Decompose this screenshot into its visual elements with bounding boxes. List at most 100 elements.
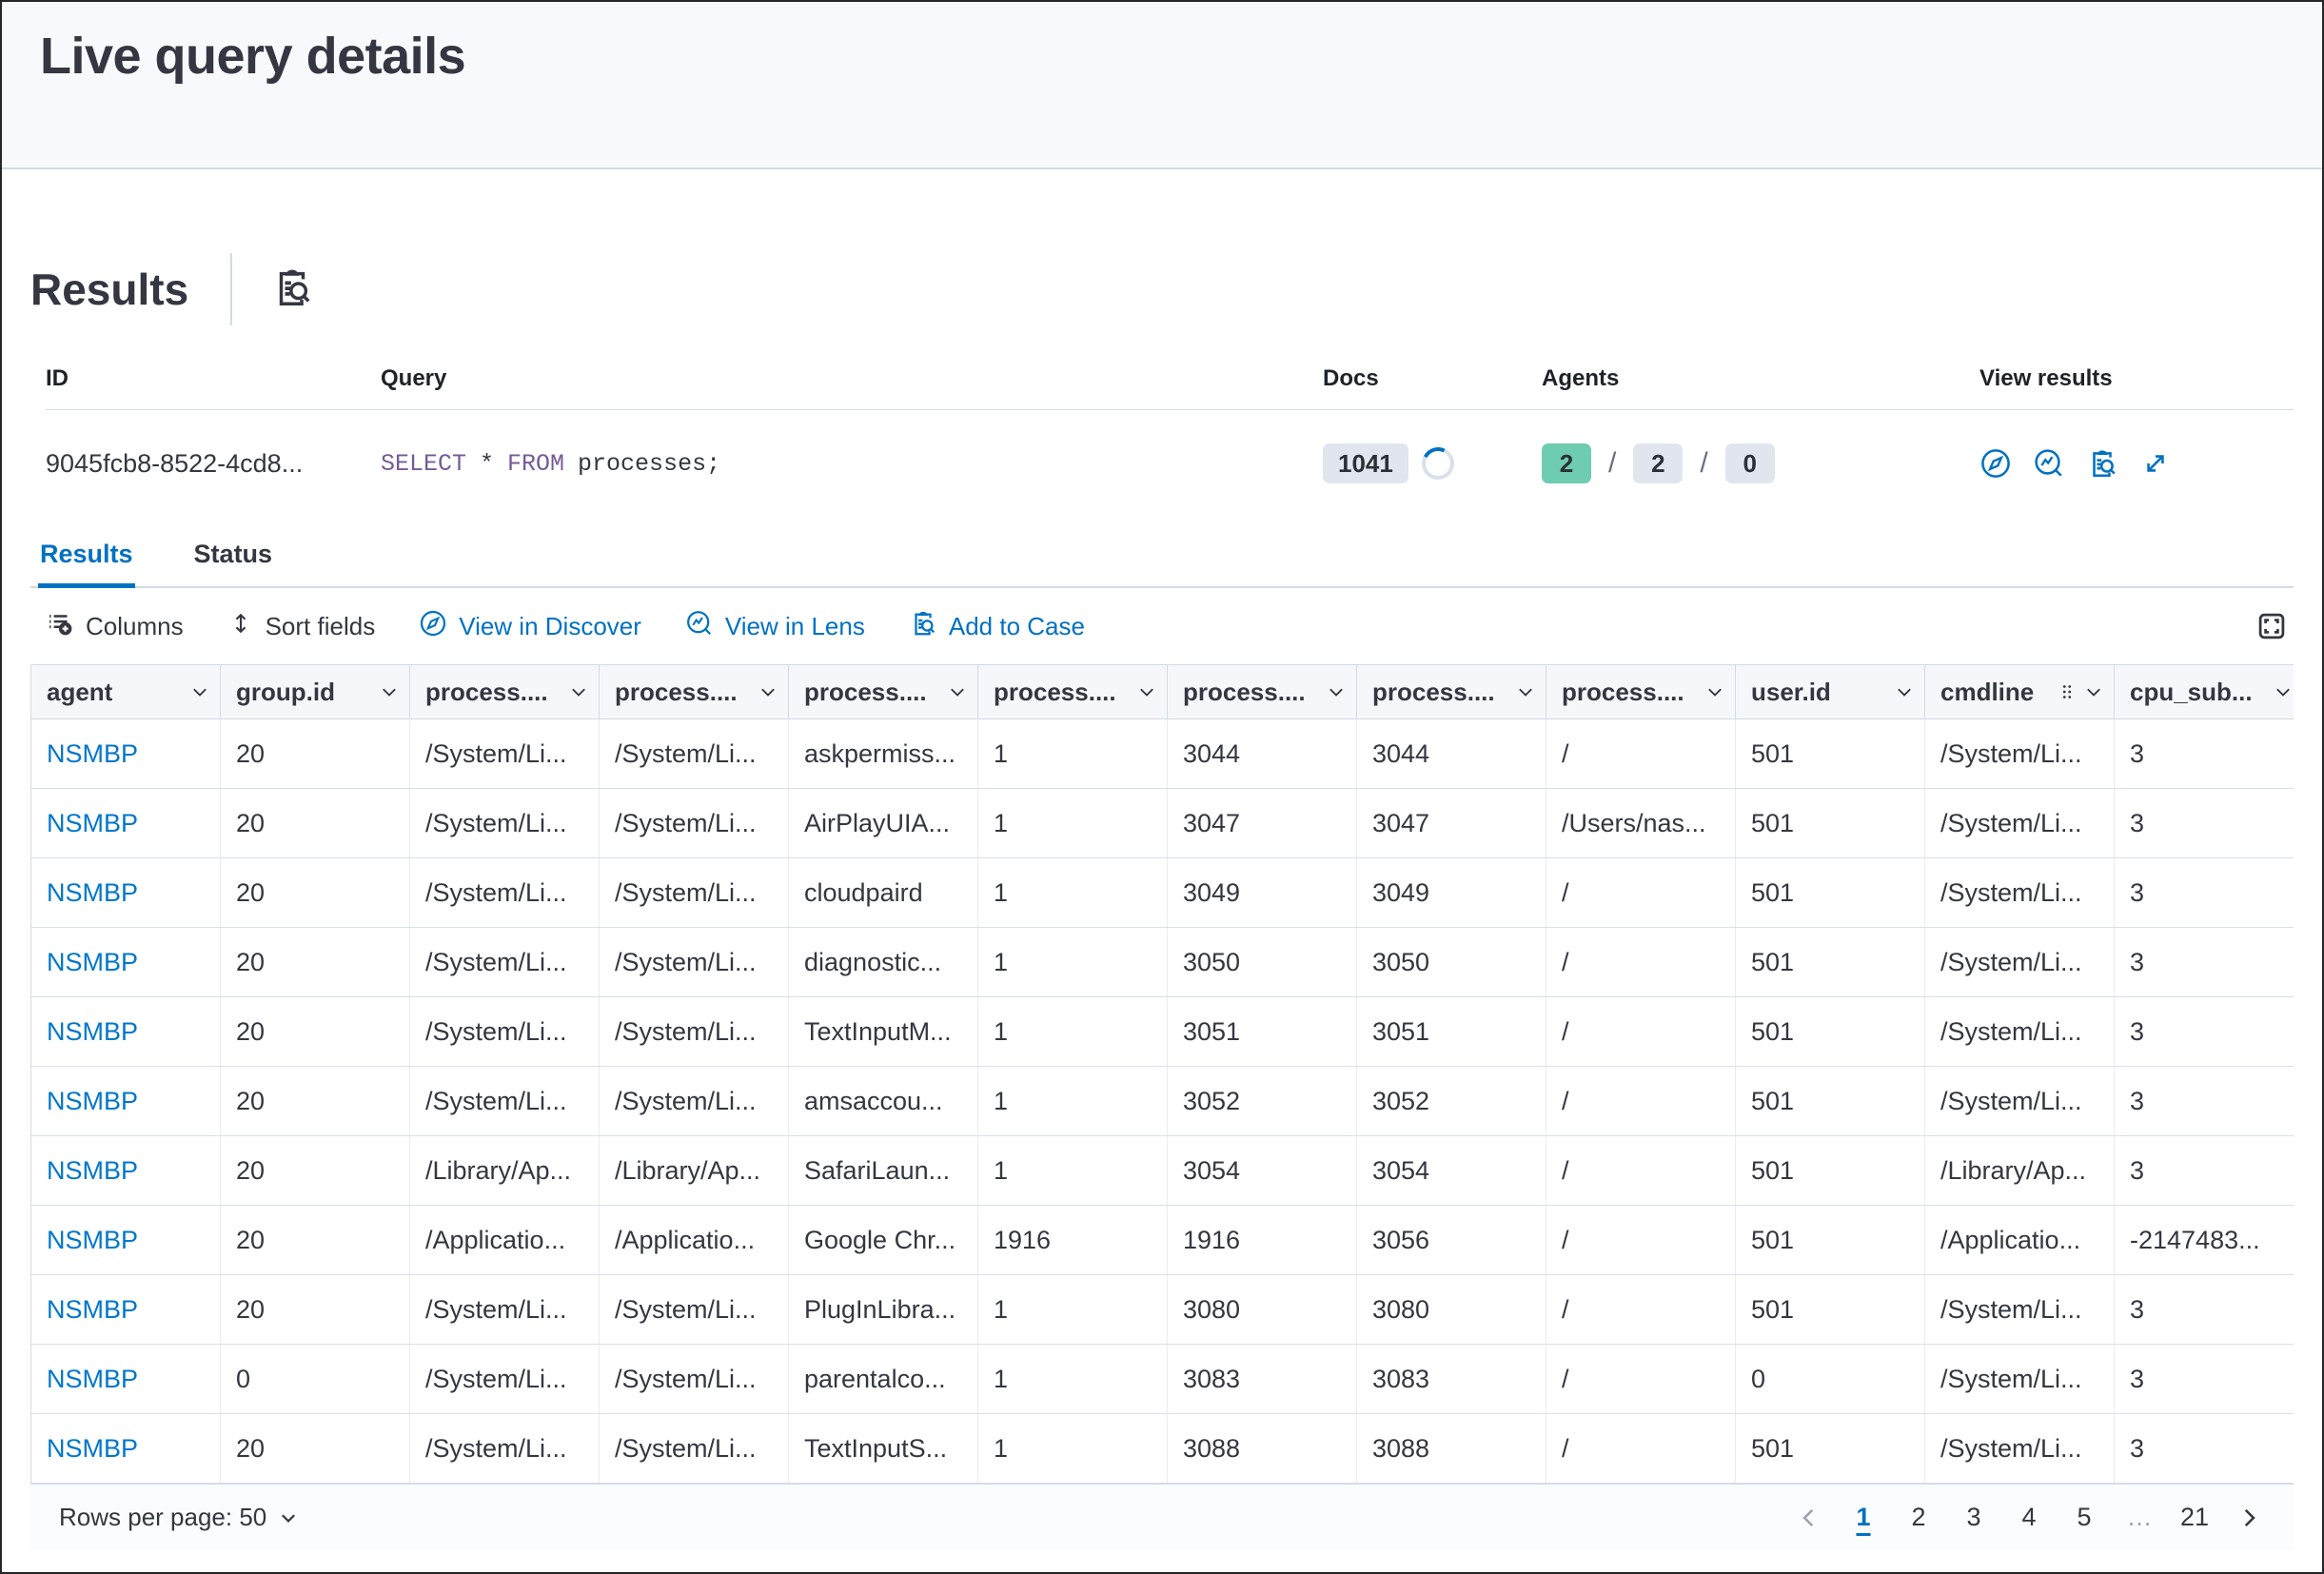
column-header-process....[interactable]: process.... <box>789 665 978 718</box>
page-number-3[interactable]: 3 <box>1953 1497 1995 1538</box>
column-header-process....[interactable]: process.... <box>410 665 600 718</box>
chevron-down-icon <box>2083 681 2104 702</box>
add-to-case-button[interactable]: Add to Case <box>909 609 1085 644</box>
cell: 3 <box>2115 789 2294 857</box>
cell: 3052 <box>1357 1067 1546 1135</box>
inspect-clipboard-icon[interactable] <box>270 266 314 314</box>
page-number-2[interactable]: 2 <box>1898 1497 1940 1538</box>
cell: 1 <box>978 928 1168 996</box>
chevron-down-icon <box>2273 681 2294 702</box>
cell: /System/Li... <box>410 1414 600 1483</box>
agent-link[interactable]: NSMBP <box>31 1067 221 1135</box>
rows-per-page-label: Rows per page: 50 <box>59 1503 266 1532</box>
cell: 3080 <box>1357 1275 1546 1344</box>
cell: /System/Li... <box>600 1345 789 1413</box>
column-header-group.id[interactable]: group.id <box>221 665 410 718</box>
sort-arrows-icon <box>227 610 254 643</box>
loading-spinner <box>1417 443 1458 484</box>
cell: 501 <box>1736 1414 1925 1483</box>
previous-page-arrow[interactable] <box>1789 1505 1829 1530</box>
chevron-down-icon <box>758 681 778 702</box>
cell: SafariLaun... <box>789 1136 978 1205</box>
rows-per-page-button[interactable]: Rows per page: 50 <box>59 1503 299 1532</box>
cell: 20 <box>221 1206 410 1274</box>
next-page-arrow[interactable] <box>2229 1505 2269 1530</box>
column-header-cpu_sub...[interactable]: cpu_sub... <box>2115 665 2294 718</box>
column-header-process....[interactable]: process.... <box>978 665 1168 718</box>
cell: /System/Li... <box>1925 1067 2115 1135</box>
cell: 20 <box>221 789 410 857</box>
page-number-5[interactable]: 5 <box>2063 1497 2105 1538</box>
cell: /System/Li... <box>600 1414 789 1483</box>
page-number-21[interactable]: 21 <box>2174 1497 2216 1538</box>
cell: 3080 <box>1168 1275 1357 1344</box>
agent-link[interactable]: NSMBP <box>31 789 221 857</box>
page-number-4[interactable]: 4 <box>2008 1497 2050 1538</box>
agents-failed-badge: 0 <box>1725 443 1775 483</box>
cell: -2147483... <box>2115 1206 2294 1274</box>
cell: /System/Li... <box>1925 928 2115 996</box>
cell: 3 <box>2115 1067 2294 1135</box>
cell: /System/Li... <box>1925 1345 2115 1413</box>
column-header-label: cmdline <box>1940 678 2034 707</box>
fullscreen-icon[interactable] <box>2255 610 2288 642</box>
columns-label: Columns <box>86 612 184 641</box>
cell: 1 <box>978 1275 1168 1344</box>
table-row: NSMBP20/System/Li.../System/Li...askperm… <box>31 719 2294 789</box>
agent-link[interactable]: NSMBP <box>31 858 221 927</box>
table-row: NSMBP20/System/Li.../System/Li...PlugInL… <box>31 1275 2294 1345</box>
cell: 1916 <box>978 1206 1168 1274</box>
agent-link[interactable]: NSMBP <box>31 1345 221 1413</box>
tab-results[interactable]: Results <box>38 526 135 586</box>
cell: 3 <box>2115 1414 2294 1483</box>
agent-link[interactable]: NSMBP <box>31 928 221 996</box>
summary-col-id: ID <box>46 365 381 392</box>
cell: /System/Li... <box>600 997 789 1066</box>
agent-link[interactable]: NSMBP <box>31 1275 221 1344</box>
agent-link[interactable]: NSMBP <box>31 1206 221 1274</box>
column-header-process....[interactable]: process.... <box>1546 665 1736 718</box>
chevron-down-icon <box>379 681 400 702</box>
table-row: NSMBP20/System/Li.../System/Li...AirPlay… <box>31 789 2294 858</box>
chevron-down-icon <box>1894 681 1915 702</box>
cell: 3050 <box>1168 928 1357 996</box>
view-in-discover-icon[interactable] <box>1979 447 2012 480</box>
table-row: NSMBP20/Applicatio.../Applicatio...Googl… <box>31 1206 2294 1275</box>
page-number-1[interactable]: 1 <box>1842 1497 1884 1538</box>
cell: 1 <box>978 1414 1168 1483</box>
column-header-user.id[interactable]: user.id <box>1736 665 1925 718</box>
chevron-down-icon <box>1136 681 1157 702</box>
column-header-process....[interactable]: process.... <box>1168 665 1357 718</box>
cell: / <box>1546 928 1736 996</box>
cell: 3044 <box>1357 719 1546 788</box>
agent-link[interactable]: NSMBP <box>31 719 221 788</box>
view-in-discover-button[interactable]: View in Discover <box>419 609 641 644</box>
column-header-process....[interactable]: process.... <box>600 665 789 718</box>
page-ellipsis: … <box>2118 1497 2160 1538</box>
tab-status[interactable]: Status <box>192 526 275 586</box>
cell: / <box>1546 1345 1736 1413</box>
cell: / <box>1546 719 1736 788</box>
grid-body: NSMBP20/System/Li.../System/Li...askperm… <box>31 719 2294 1484</box>
view-results-inspect-icon[interactable] <box>2086 447 2118 480</box>
sort-fields-button[interactable]: Sort fields <box>227 610 376 643</box>
agent-link[interactable]: NSMBP <box>31 1414 221 1483</box>
open-full-results-icon[interactable] <box>2139 447 2172 480</box>
cell: /Library/Ap... <box>410 1136 600 1205</box>
column-header-process....[interactable]: process.... <box>1357 665 1546 718</box>
agent-link[interactable]: NSMBP <box>31 997 221 1066</box>
column-header-agent[interactable]: agent <box>31 665 221 718</box>
view-in-lens-icon[interactable] <box>2033 447 2065 480</box>
column-header-cmdline[interactable]: cmdline <box>1925 665 2115 718</box>
agent-link[interactable]: NSMBP <box>31 1136 221 1205</box>
cell: /Users/nas... <box>1546 789 1736 857</box>
agents-cell: 2 / 2 / 0 <box>1542 443 1979 483</box>
grid-header-row: agentgroup.idprocess....process....proce… <box>31 664 2294 719</box>
cell: /System/Li... <box>410 719 600 788</box>
cell: / <box>1546 1206 1736 1274</box>
view-in-lens-button[interactable]: View in Lens <box>685 609 865 644</box>
case-clipboard-icon <box>909 609 937 644</box>
summary-col-agents: Agents <box>1542 365 1979 392</box>
cell: /Library/Ap... <box>1925 1136 2115 1205</box>
columns-button[interactable]: Columns <box>46 609 184 644</box>
